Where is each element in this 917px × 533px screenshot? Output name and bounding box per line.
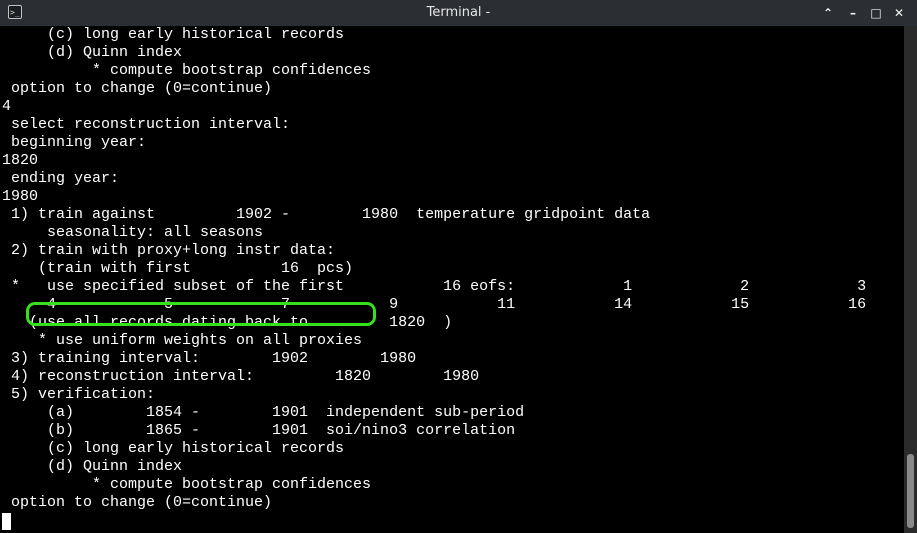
terminal-line: 3) training interval: 1902 1980 <box>2 350 417 367</box>
terminal-line: 2) train with proxy+long instr data: <box>2 242 336 259</box>
terminal-line: beginning year: <box>2 134 147 151</box>
terminal-line: 1) train against 1902 - 1980 temperature… <box>2 206 651 223</box>
minimize-button[interactable]: – <box>844 4 862 22</box>
terminal-line: * compute bootstrap confidences <box>2 62 372 79</box>
window-title: Terminal - <box>426 5 491 20</box>
terminal-line: * compute bootstrap confidences <box>2 476 372 493</box>
terminal-line: seasonality: all seasons <box>2 224 264 241</box>
terminal-line-highlighted: * use uniform weights on all proxies <box>2 332 363 349</box>
terminal-line: ending year: <box>2 170 120 187</box>
terminal-line: (d) Quinn index <box>2 458 183 475</box>
maximize-button[interactable]: □ <box>867 4 885 22</box>
collapse-button[interactable]: ⌃ <box>819 4 837 22</box>
terminal-line: option to change (0=continue) <box>2 80 273 97</box>
title-bar[interactable]: >_ Terminal - ⌃ – □ ✕ <box>0 0 917 26</box>
terminal-line: (b) 1865 - 1901 soi/nino3 correlation <box>2 422 516 439</box>
terminal-line: (a) 1854 - 1901 independent sub-period <box>2 404 525 421</box>
close-button[interactable]: ✕ <box>890 4 908 22</box>
scrollbar[interactable] <box>904 26 917 533</box>
text-cursor <box>2 513 11 530</box>
terminal-line: 5) verification: <box>2 386 156 403</box>
terminal-line: (c) long early historical records <box>2 26 345 43</box>
terminal-line: option to change (0=continue) <box>2 494 273 511</box>
terminal-line: 4 <box>2 98 12 115</box>
scrollbar-thumb[interactable] <box>907 454 914 528</box>
terminal-output[interactable]: (c) long early historical records (d) Qu… <box>0 26 904 533</box>
terminal-line: 1980 <box>2 188 39 205</box>
terminal-line: * use specified subset of the first 16 e… <box>2 278 867 295</box>
highlight-annotation <box>26 302 376 326</box>
terminal-line: (d) Quinn index <box>2 44 183 61</box>
terminal-line: (train with first 16 pcs) <box>2 260 354 277</box>
terminal-line: 4) reconstruction interval: 1820 1980 <box>2 368 480 385</box>
terminal-line: (c) long early historical records <box>2 440 345 457</box>
terminal-line: select reconstruction interval: <box>2 116 291 133</box>
terminal-line: 1820 <box>2 152 39 169</box>
